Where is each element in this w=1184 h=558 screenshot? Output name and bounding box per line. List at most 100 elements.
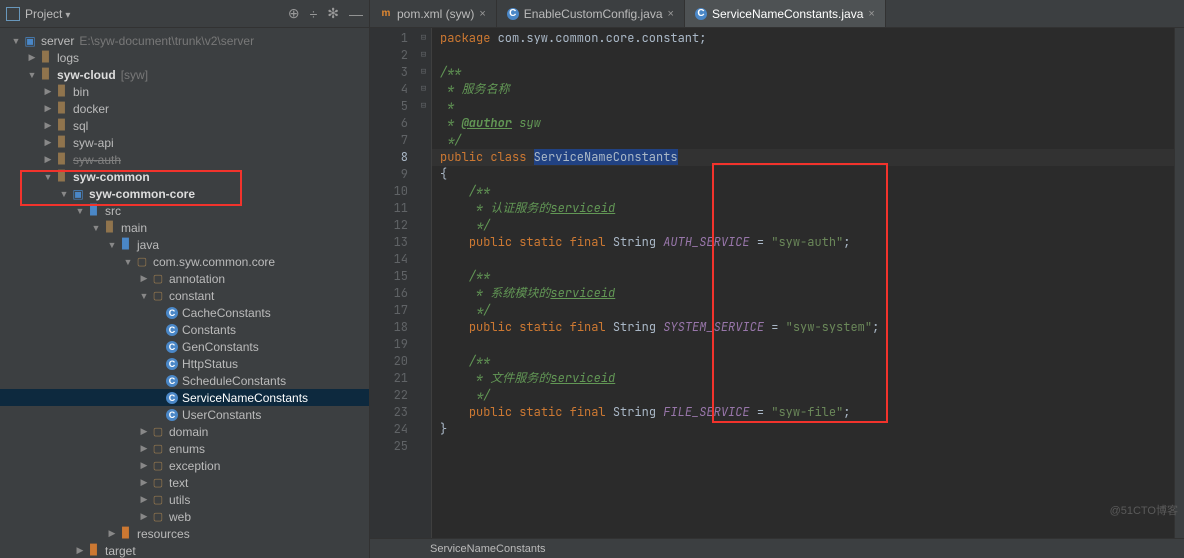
- tree-item-com-syw-common-core[interactable]: com.syw.common.core: [0, 253, 369, 270]
- expand-arrow-icon[interactable]: [42, 120, 54, 131]
- expand-arrow-icon[interactable]: [138, 460, 150, 471]
- code-line[interactable]: * 认证服务的serviceid: [440, 200, 1174, 217]
- code-line[interactable]: }: [440, 421, 1174, 438]
- expand-arrow-icon[interactable]: [74, 545, 86, 556]
- close-icon[interactable]: ×: [668, 8, 674, 20]
- tree-item-target[interactable]: target: [0, 542, 369, 558]
- tree-item-constants[interactable]: Constants: [0, 321, 369, 338]
- code-line[interactable]: *: [440, 98, 1174, 115]
- code-area[interactable]: package com.syw.common.core.constant; /**…: [432, 28, 1174, 538]
- expand-arrow-icon[interactable]: [42, 154, 54, 165]
- project-tree[interactable]: serverE:\syw-document\trunk\v2\serverlog…: [0, 28, 369, 558]
- code-line[interactable]: {: [440, 166, 1174, 183]
- expand-arrow-icon[interactable]: [138, 511, 150, 522]
- tree-item-server[interactable]: serverE:\syw-document\trunk\v2\server: [0, 32, 369, 49]
- tree-item-scheduleconstants[interactable]: ScheduleConstants: [0, 372, 369, 389]
- code-line[interactable]: /**: [440, 183, 1174, 200]
- code-line[interactable]: * 文件服务的serviceid: [440, 370, 1174, 387]
- code-line[interactable]: public static final String SYSTEM_SERVIC…: [440, 319, 1174, 336]
- tree-item-java[interactable]: java: [0, 236, 369, 253]
- expand-arrow-icon[interactable]: [90, 223, 102, 233]
- fold-strip[interactable]: ⊟⊟⊟⊟⊟: [416, 28, 432, 538]
- gear-icon[interactable]: ✻: [327, 5, 339, 22]
- tree-item-httpstatus[interactable]: HttpStatus: [0, 355, 369, 372]
- tree-item-userconstants[interactable]: UserConstants: [0, 406, 369, 423]
- expand-arrow-icon[interactable]: [106, 240, 118, 250]
- close-icon[interactable]: ×: [479, 8, 485, 20]
- tree-item-syw-auth[interactable]: syw-auth: [0, 151, 369, 168]
- tree-item-constant[interactable]: constant: [0, 287, 369, 304]
- code-line[interactable]: public static final String AUTH_SERVICE …: [440, 234, 1174, 251]
- close-icon[interactable]: ×: [868, 8, 874, 20]
- expand-arrow-icon[interactable]: [42, 137, 54, 148]
- tree-label: com.syw.common.core: [153, 255, 275, 269]
- code-line[interactable]: [440, 47, 1174, 64]
- locate-icon[interactable]: ⊕: [288, 5, 300, 22]
- hide-icon[interactable]: —: [349, 6, 363, 22]
- expand-arrow-icon[interactable]: [74, 206, 86, 216]
- code-line[interactable]: * 系统模块的serviceid: [440, 285, 1174, 302]
- code-line[interactable]: public class ServiceNameConstants: [432, 149, 1174, 166]
- expand-arrow-icon[interactable]: [138, 477, 150, 488]
- tree-item-syw-api[interactable]: syw-api: [0, 134, 369, 151]
- editor-tab[interactable]: CServiceNameConstants.java×: [685, 0, 886, 27]
- tree-item-domain[interactable]: domain: [0, 423, 369, 440]
- expand-arrow-icon[interactable]: [138, 494, 150, 505]
- expand-arrow-icon[interactable]: [58, 189, 70, 199]
- tree-item-servicenameconstants[interactable]: ServiceNameConstants: [0, 389, 369, 406]
- tree-item-utils[interactable]: utils: [0, 491, 369, 508]
- code-line[interactable]: /**: [440, 64, 1174, 81]
- tree-item-syw-cloud[interactable]: syw-cloud[syw]: [0, 66, 369, 83]
- code-line[interactable]: */: [440, 217, 1174, 234]
- expand-arrow-icon[interactable]: [138, 273, 150, 284]
- expand-arrow-icon[interactable]: [122, 257, 134, 267]
- code-line[interactable]: package com.syw.common.core.constant;: [440, 30, 1174, 47]
- expand-arrow-icon[interactable]: [42, 103, 54, 114]
- expand-arrow-icon[interactable]: [42, 86, 54, 97]
- tree-item-cacheconstants[interactable]: CacheConstants: [0, 304, 369, 321]
- expand-arrow-icon[interactable]: [42, 172, 54, 182]
- line-gutter[interactable]: 1234567891011121314151617181920212223242…: [370, 28, 416, 538]
- expand-arrow-icon[interactable]: [10, 36, 22, 46]
- code-line[interactable]: */: [440, 132, 1174, 149]
- tree-item-src[interactable]: src: [0, 202, 369, 219]
- expand-arrow-icon[interactable]: [138, 291, 150, 301]
- code-line[interactable]: /**: [440, 353, 1174, 370]
- code-line[interactable]: */: [440, 302, 1174, 319]
- folder-icon: [54, 85, 70, 99]
- code-line[interactable]: /**: [440, 268, 1174, 285]
- expand-arrow-icon[interactable]: [138, 443, 150, 454]
- tree-item-enums[interactable]: enums: [0, 440, 369, 457]
- code-line[interactable]: [440, 336, 1174, 353]
- expand-arrow-icon[interactable]: [26, 70, 38, 80]
- expand-icon[interactable]: ÷: [310, 6, 318, 22]
- code-line[interactable]: [440, 438, 1174, 455]
- tree-item-text[interactable]: text: [0, 474, 369, 491]
- tree-item-exception[interactable]: exception: [0, 457, 369, 474]
- code-line[interactable]: * @author syw: [440, 115, 1174, 132]
- tree-item-sql[interactable]: sql: [0, 117, 369, 134]
- tree-item-logs[interactable]: logs: [0, 49, 369, 66]
- editor-tab[interactable]: CEnableCustomConfig.java×: [497, 0, 685, 27]
- breadcrumb-item[interactable]: ServiceNameConstants: [430, 543, 546, 555]
- code-line[interactable]: * 服务名称: [440, 81, 1174, 98]
- tree-item-annotation[interactable]: annotation: [0, 270, 369, 287]
- code-line[interactable]: [440, 251, 1174, 268]
- expand-arrow-icon[interactable]: [26, 52, 38, 63]
- tree-item-resources[interactable]: resources: [0, 525, 369, 542]
- tree-item-docker[interactable]: docker: [0, 100, 369, 117]
- breadcrumb-bar[interactable]: ServiceNameConstants: [370, 538, 1184, 558]
- editor-tab[interactable]: mpom.xml (syw)×: [370, 0, 497, 27]
- expand-arrow-icon[interactable]: [138, 426, 150, 437]
- code-line[interactable]: public static final String FILE_SERVICE …: [440, 404, 1174, 421]
- tree-item-syw-common[interactable]: syw-common: [0, 168, 369, 185]
- class-c-icon: [166, 392, 178, 404]
- project-view-dropdown[interactable]: Project: [25, 7, 70, 21]
- tree-item-bin[interactable]: bin: [0, 83, 369, 100]
- tree-item-main[interactable]: main: [0, 219, 369, 236]
- tree-item-web[interactable]: web: [0, 508, 369, 525]
- tree-item-genconstants[interactable]: GenConstants: [0, 338, 369, 355]
- expand-arrow-icon[interactable]: [106, 528, 118, 539]
- code-line[interactable]: */: [440, 387, 1174, 404]
- tree-item-syw-common-core[interactable]: syw-common-core: [0, 185, 369, 202]
